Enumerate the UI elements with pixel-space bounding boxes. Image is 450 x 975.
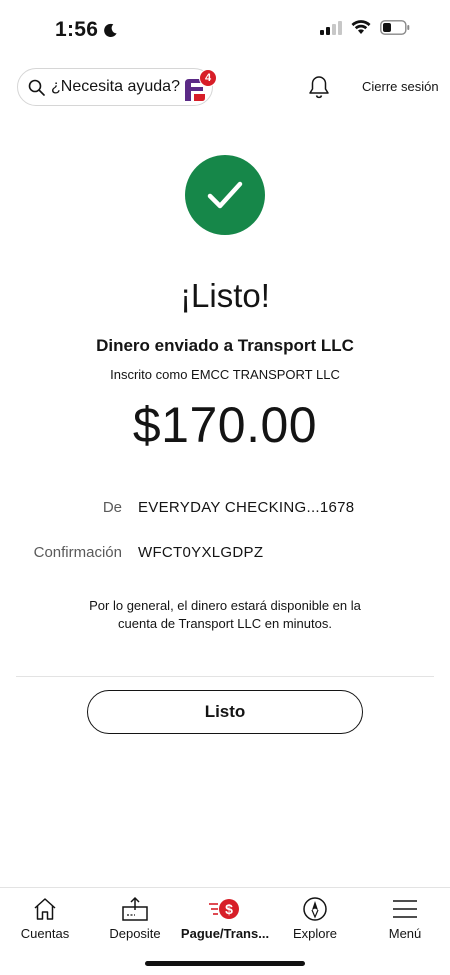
availability-note: Por lo general, el dinero estará disponi… xyxy=(89,598,361,631)
signal-icon xyxy=(320,20,342,35)
search-icon xyxy=(28,79,45,96)
confirmation-number: WFCT0YXLGDPZ xyxy=(138,544,264,561)
nav-item-deposit[interactable]: Deposite xyxy=(90,894,180,941)
moon-icon xyxy=(104,23,117,37)
nav-item-explore[interactable]: Explore xyxy=(270,894,360,941)
success-title: ¡Listo! xyxy=(180,277,270,314)
pay-transfer-icon: $ xyxy=(209,899,239,919)
nav-label-pay-transfer: Pague/Trans... xyxy=(180,926,270,941)
from-account-value: EVERYDAY CHECKING...1678 xyxy=(138,499,355,516)
nav-label-explore: Explore xyxy=(292,926,338,941)
menu-icon xyxy=(393,900,417,918)
logout-link[interactable]: Cierre sesión xyxy=(362,79,439,94)
nav-label-deposit: Deposite xyxy=(109,926,161,941)
compass-icon xyxy=(303,897,327,921)
done-button[interactable]: Listo xyxy=(87,690,363,734)
nav-label-accounts: Cuentas xyxy=(20,926,70,941)
wifi-icon xyxy=(351,20,371,34)
enrolled-as-text: Inscrito como EMCC TRANSPORT LLC xyxy=(110,367,340,382)
battery-icon xyxy=(380,20,410,35)
nav-label-menu: Menú xyxy=(388,926,422,941)
amount-sent: $170.00 xyxy=(132,397,318,453)
from-label: De xyxy=(102,499,122,516)
nav-item-accounts[interactable]: Cuentas xyxy=(0,894,90,941)
status-indicators xyxy=(320,20,410,35)
assistant-button[interactable]: 4 xyxy=(180,69,217,104)
status-bar: 1:56 xyxy=(0,0,450,60)
bell-icon[interactable] xyxy=(308,75,330,99)
home-indicator[interactable] xyxy=(145,961,305,966)
success-badge xyxy=(185,155,265,235)
status-time: 1:56 xyxy=(55,18,118,42)
home-icon xyxy=(34,898,56,920)
nav-item-menu[interactable]: Menú xyxy=(360,894,450,941)
recipient-heading: Dinero enviado a Transport LLC xyxy=(96,336,354,355)
search-placeholder: ¿Necesita ayuda? xyxy=(51,78,180,95)
svg-text:$: $ xyxy=(225,901,233,917)
confirmation-label: Confirmación xyxy=(33,544,122,561)
deposit-icon xyxy=(122,896,148,921)
checkmark-icon xyxy=(207,181,243,209)
status-time-text: 1:56 xyxy=(55,18,99,41)
divider xyxy=(16,676,434,677)
notification-badge: 4 xyxy=(199,69,217,87)
nav-item-pay-transfer[interactable]: $ Pague/Trans... xyxy=(180,894,270,941)
